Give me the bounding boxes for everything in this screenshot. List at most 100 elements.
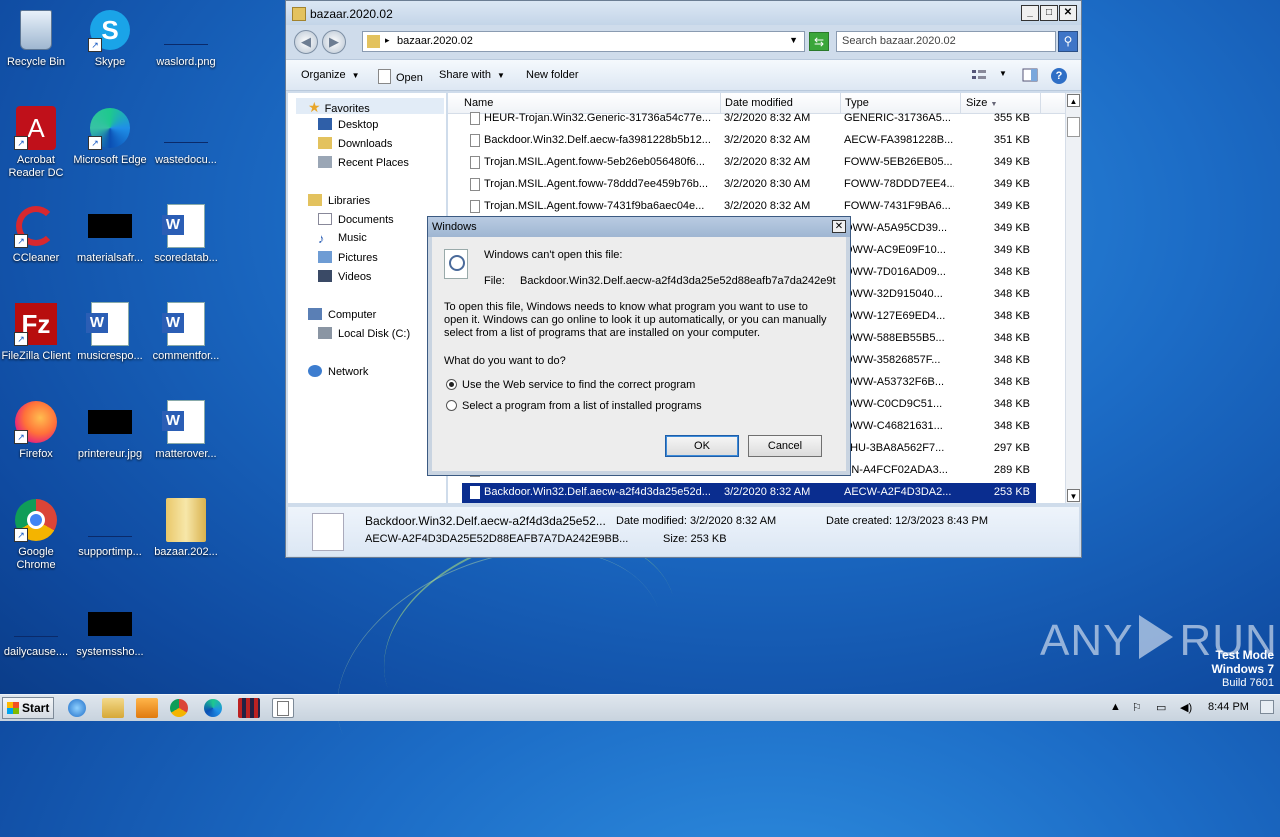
explorer-taskbar-icon[interactable] xyxy=(102,698,124,718)
dialog-line: open it. Windows can go online to look i… xyxy=(444,314,827,326)
nav-documents[interactable]: Documents xyxy=(318,213,394,226)
organize-menu[interactable]: Organize ▼ xyxy=(301,69,360,81)
column-separator[interactable] xyxy=(1040,93,1041,113)
desktop-icon-chrome[interactable]: ↗ Google Chrome xyxy=(0,498,74,572)
new-folder-button[interactable]: New folder xyxy=(526,69,579,81)
back-button[interactable]: ◀ xyxy=(294,30,318,54)
view-options-icon[interactable] xyxy=(971,68,987,82)
forward-button[interactable]: ▶ xyxy=(322,30,346,54)
cell-size: 253 KB xyxy=(993,486,1030,498)
nav-videos[interactable]: Videos xyxy=(318,270,371,283)
desktop-icon-skype[interactable]: S ↗ Skype xyxy=(72,8,148,69)
scroll-down-arrow[interactable]: ▼ xyxy=(1067,489,1080,502)
close-button[interactable]: ✕ xyxy=(1059,5,1077,21)
desktop-icon-materialsafr[interactable]: materialsafr... xyxy=(72,204,148,265)
share-with-menu[interactable]: Share with ▼ xyxy=(439,69,505,81)
desktop-icon-bazaar-folder[interactable]: bazaar.202... xyxy=(148,498,224,559)
option-list-label[interactable]: Select a program from a list of installe… xyxy=(462,400,702,412)
nav-computer[interactable]: Computer xyxy=(308,308,376,321)
file-icon xyxy=(88,514,132,537)
desktop-icon-matterover[interactable]: W matterover... xyxy=(148,400,224,461)
scroll-up-arrow[interactable]: ▲ xyxy=(1067,94,1080,107)
preview-pane-icon[interactable] xyxy=(1022,68,1038,82)
show-hidden-icons[interactable]: ▲ xyxy=(1110,701,1121,713)
nav-local-disk[interactable]: Local Disk (C:) xyxy=(318,327,410,340)
desktop-icon-musicrespo[interactable]: W musicrespo... xyxy=(72,302,148,363)
nav-desktop[interactable]: Desktop xyxy=(318,118,378,131)
desktop-icon-firefox[interactable]: ↗ Firefox xyxy=(0,400,74,461)
vertical-scrollbar[interactable]: ▲ ▼ xyxy=(1065,93,1081,503)
nav-libraries[interactable]: Libraries xyxy=(308,194,370,207)
address-bar[interactable]: ▸ bazaar.2020.02 ▼ xyxy=(362,31,805,52)
desktop-icon-wastedocu[interactable]: wastedocu... xyxy=(148,112,224,167)
desktop-icon-waslord[interactable]: waslord.png xyxy=(148,14,224,69)
edge-taskbar-icon[interactable] xyxy=(204,699,222,717)
maximize-button[interactable]: □ xyxy=(1040,5,1058,21)
table-row[interactable]: Trojan.MSIL.Agent.foww-78ddd7ee459b76b..… xyxy=(462,175,1036,195)
nav-favorites[interactable]: ★ Favorites xyxy=(308,99,370,116)
radio-web-service[interactable] xyxy=(446,379,457,390)
nav-pictures[interactable]: Pictures xyxy=(318,251,378,264)
column-type[interactable]: Type xyxy=(845,97,869,109)
table-row[interactable]: Trojan.MSIL.Agent.foww-5eb26eb056480f6..… xyxy=(462,153,1036,173)
details-date-created: Date created: 12/3/2023 8:43 PM xyxy=(826,515,989,527)
desktop-icon-filezilla[interactable]: Fz ↗ FileZilla Client xyxy=(0,302,74,363)
volume-icon[interactable]: ◀) xyxy=(1180,701,1192,714)
column-name[interactable]: Name xyxy=(464,97,493,109)
desktop-icon-acrobat[interactable]: A ↗ Acrobat Reader DC xyxy=(0,106,74,180)
action-center-flag-icon[interactable]: ⚐ xyxy=(1132,701,1142,714)
search-input[interactable]: Search bazaar.2020.02 xyxy=(836,31,1056,52)
chrome-taskbar-icon[interactable] xyxy=(170,699,188,717)
winrar-taskbar-icon[interactable] xyxy=(238,698,260,718)
star-icon: ★ xyxy=(308,99,321,115)
window-title: bazaar.2020.02 xyxy=(310,7,393,21)
column-size[interactable]: Size ▼ xyxy=(966,97,997,109)
ie-taskbar-icon[interactable] xyxy=(68,699,86,717)
nav-network[interactable]: Network xyxy=(308,365,368,378)
scroll-thumb[interactable] xyxy=(1067,117,1080,137)
option-web-label[interactable]: Use the Web service to find the correct … xyxy=(462,379,695,391)
start-button[interactable]: Start xyxy=(2,697,54,719)
desktop-icon-printereur[interactable]: printereur.jpg xyxy=(72,400,148,461)
table-row[interactable]: Trojan.MSIL.Agent.foww-7431f9ba6aec04e..… xyxy=(462,197,1036,217)
desktop-icon-commentfor[interactable]: W commentfor... xyxy=(148,302,224,363)
column-date-modified[interactable]: Date modified xyxy=(725,97,793,109)
table-row[interactable]: HEUR-Trojan.Win32.Generic-31736a54c77e..… xyxy=(462,109,1036,129)
nav-label: Recent Places xyxy=(338,157,409,169)
clock[interactable]: 8:44 PM xyxy=(1208,701,1249,713)
desktop-icon-scoredatab[interactable]: W scoredatab... xyxy=(148,204,224,265)
desktop-icon-systemssho[interactable]: systemssho... xyxy=(72,606,148,659)
ok-button[interactable]: OK xyxy=(665,435,739,457)
chevron-down-icon[interactable]: ▼ xyxy=(789,35,798,45)
nav-downloads[interactable]: Downloads xyxy=(318,137,392,150)
media-player-taskbar-icon[interactable] xyxy=(136,698,158,718)
desktop-icon-supportimp[interactable]: supportimp... xyxy=(72,508,148,559)
dialog-close-button[interactable]: ✕ xyxy=(832,220,846,233)
dialog-line: To open this file, Windows needs to know… xyxy=(444,301,808,313)
show-desktop-button[interactable] xyxy=(1260,700,1274,714)
table-row-selected[interactable]: Backdoor.Win32.Delf.aecw-a2f4d3da25e52d.… xyxy=(462,483,1036,503)
search-button[interactable]: ⚲ xyxy=(1058,31,1078,52)
breadcrumb-arrow-icon[interactable]: ▸ xyxy=(385,35,390,46)
cancel-button[interactable]: Cancel xyxy=(748,435,822,457)
nav-recent-places[interactable]: Recent Places xyxy=(318,156,409,169)
open-button[interactable]: Open xyxy=(378,69,423,84)
desktop-icon-ccleaner[interactable]: ↗ CCleaner xyxy=(0,204,74,265)
nav-music[interactable]: ♪ Music xyxy=(318,232,367,245)
radio-installed-programs[interactable] xyxy=(446,400,457,411)
desktop-icon-edge[interactable]: ↗ Microsoft Edge xyxy=(72,106,148,167)
desktop-icon-recycle-bin[interactable]: Recycle Bin xyxy=(0,8,74,69)
help-icon[interactable]: ? xyxy=(1051,68,1067,84)
dialog-file-label: File: xyxy=(484,275,505,287)
dialog-titlebar[interactable]: Windows ✕ xyxy=(428,217,850,237)
refresh-button[interactable]: ⇆ xyxy=(809,32,829,51)
network-tray-icon[interactable]: ▭ xyxy=(1156,701,1166,714)
table-row[interactable]: Backdoor.Win32.Delf.aecw-fa3981228b5b12.… xyxy=(462,131,1036,151)
chevron-down-icon[interactable]: ▼ xyxy=(999,69,1007,78)
chevron-down-icon: ▼ xyxy=(351,71,360,80)
active-window-taskbar-icon[interactable] xyxy=(272,698,294,718)
desktop-icon-dailycause[interactable]: dailycause.... xyxy=(0,608,74,659)
word-document-icon: W xyxy=(86,302,129,346)
explorer-titlebar[interactable]: bazaar.2020.02 _ □ ✕ xyxy=(286,1,1081,25)
minimize-button[interactable]: _ xyxy=(1021,5,1039,21)
